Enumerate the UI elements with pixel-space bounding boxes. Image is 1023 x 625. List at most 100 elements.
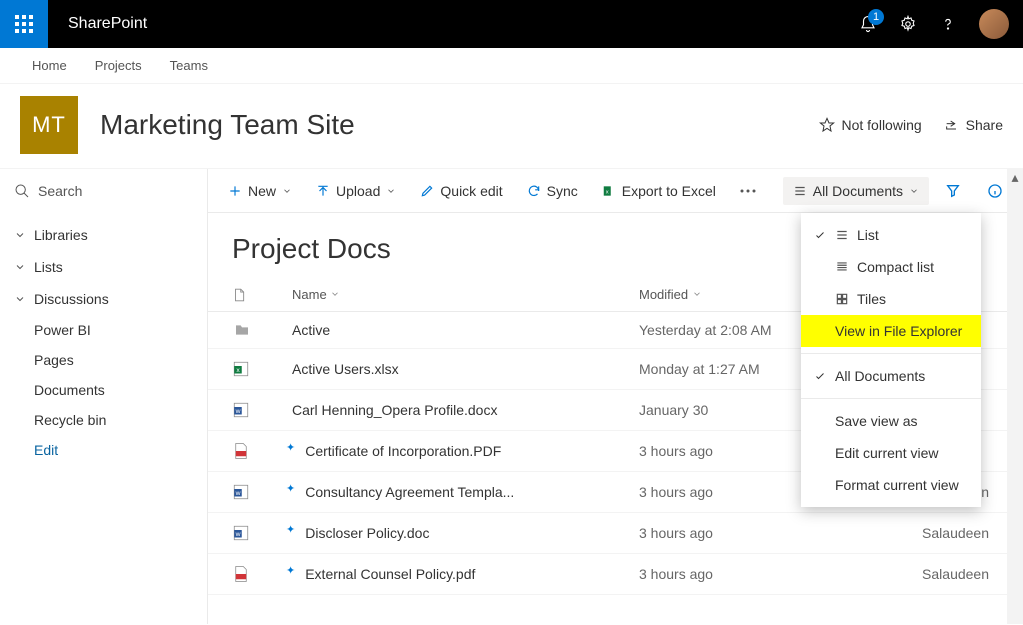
check-icon [814, 229, 826, 241]
new-indicator: ✦ [286, 441, 295, 454]
view-option-compact[interactable]: Compact list [801, 251, 981, 283]
svg-text:w: w [235, 531, 241, 538]
list-icon [835, 228, 849, 242]
file-name: External Counsel Policy.pdf [305, 566, 475, 582]
upload-button[interactable]: Upload [306, 177, 406, 205]
nav-documents[interactable]: Documents [0, 375, 207, 405]
nav-libraries[interactable]: Libraries [0, 219, 207, 251]
file-name: Certificate of Incorporation.PDF [305, 443, 501, 459]
filter-icon [945, 183, 961, 199]
chevron-down-icon [14, 261, 26, 273]
view-option-saveas[interactable]: Save view as [801, 405, 981, 437]
column-type[interactable] [232, 287, 292, 303]
search-icon [14, 183, 30, 199]
info-icon [987, 183, 1003, 199]
nav-pages[interactable]: Pages [0, 345, 207, 375]
check-icon [814, 370, 826, 382]
search-box[interactable]: Search [0, 169, 207, 213]
view-option-alldocs[interactable]: All Documents [801, 360, 981, 392]
pencil-icon [420, 184, 434, 198]
chevron-down-icon [14, 229, 26, 241]
compact-list-icon [835, 260, 849, 274]
chevron-down-icon [282, 186, 292, 196]
view-option-editview[interactable]: Edit current view [801, 437, 981, 469]
suite-title[interactable]: SharePoint [68, 15, 147, 33]
nav-projects[interactable]: Projects [95, 58, 142, 73]
view-option-explorer[interactable]: View in File Explorer [801, 315, 981, 347]
file-type-icon [232, 564, 292, 584]
nav-teams[interactable]: Teams [170, 58, 208, 73]
scrollbar[interactable]: ▴ [1007, 169, 1023, 624]
view-option-tiles[interactable]: Tiles [801, 283, 981, 315]
excel-icon: x [602, 184, 616, 198]
file-icon [232, 287, 246, 303]
modified-date: 3 hours ago [639, 566, 829, 582]
chevron-down-icon [330, 289, 340, 299]
view-option-format[interactable]: Format current view [801, 469, 981, 501]
site-logo[interactable]: MT [20, 96, 78, 154]
file-name: Active [292, 322, 330, 338]
file-name: Consultancy Agreement Templa... [305, 484, 514, 500]
settings-button[interactable] [899, 15, 917, 33]
sync-button[interactable]: Sync [517, 177, 588, 205]
modified-by: Salaudeen [829, 566, 999, 582]
modified-date: 3 hours ago [639, 525, 829, 541]
file-type-icon: x [232, 359, 292, 379]
follow-button[interactable]: Not following [819, 117, 921, 133]
view-option-list[interactable]: List [801, 219, 981, 251]
chevron-down-icon [14, 293, 26, 305]
share-icon [944, 117, 960, 133]
more-button[interactable] [730, 183, 766, 199]
export-button[interactable]: x Export to Excel [592, 177, 726, 205]
nav-recyclebin[interactable]: Recycle bin [0, 405, 207, 435]
file-name: Discloser Policy.doc [305, 525, 429, 541]
help-icon [939, 15, 957, 33]
file-type-icon [232, 441, 292, 461]
chevron-down-icon [909, 186, 919, 196]
waffle-icon [15, 15, 33, 33]
file-type-icon: w [232, 400, 292, 420]
nav-lists[interactable]: Lists [0, 251, 207, 283]
main-area: Search Libraries Lists Discussions Power… [0, 169, 1023, 624]
avatar[interactable] [979, 9, 1009, 39]
view-dropdown: List Compact list Tiles View in File Exp… [801, 213, 981, 507]
top-nav: Home Projects Teams [0, 48, 1023, 84]
svg-text:w: w [235, 490, 241, 497]
nav-edit[interactable]: Edit [0, 435, 207, 465]
site-title[interactable]: Marketing Team Site [100, 109, 355, 141]
help-button[interactable] [939, 15, 957, 33]
star-icon [819, 117, 835, 133]
notification-badge: 1 [868, 9, 884, 25]
list-icon [793, 184, 807, 198]
sync-icon [527, 184, 541, 198]
nav-home[interactable]: Home [32, 58, 67, 73]
nav-powerbi[interactable]: Power BI [0, 315, 207, 345]
share-label: Share [966, 117, 1003, 133]
table-row[interactable]: ✦ External Counsel Policy.pdf 3 hours agoS… [208, 554, 1023, 595]
svg-text:w: w [235, 408, 241, 415]
share-button[interactable]: Share [944, 117, 1003, 133]
file-type-icon: w [232, 523, 292, 543]
view-selector[interactable]: All Documents [783, 177, 929, 205]
left-nav: Search Libraries Lists Discussions Power… [0, 169, 208, 624]
notifications-button[interactable]: 1 [859, 15, 877, 33]
column-name[interactable]: Name [292, 287, 639, 303]
filter-button[interactable] [935, 177, 971, 205]
modified-by: Salaudeen [829, 525, 999, 541]
site-header: MT Marketing Team Site Not following Sha… [0, 84, 1023, 169]
scroll-up-icon: ▴ [1007, 169, 1023, 185]
app-launcher[interactable] [0, 0, 48, 48]
ellipsis-icon [740, 189, 756, 193]
follow-label: Not following [841, 117, 921, 133]
file-type-icon [232, 322, 292, 338]
nav-discussions[interactable]: Discussions [0, 283, 207, 315]
new-indicator: ✦ [286, 482, 295, 495]
file-type-icon: w [232, 482, 292, 502]
new-button[interactable]: New [218, 177, 302, 205]
tiles-icon [835, 292, 849, 306]
quickedit-button[interactable]: Quick edit [410, 177, 512, 205]
table-row[interactable]: w✦Discloser Policy.doc3 hours agoSalaude… [208, 513, 1023, 554]
new-indicator: ✦ [286, 564, 295, 577]
content-area: New Upload Quick edit Sync x Export to E… [208, 169, 1023, 624]
chevron-down-icon [386, 186, 396, 196]
